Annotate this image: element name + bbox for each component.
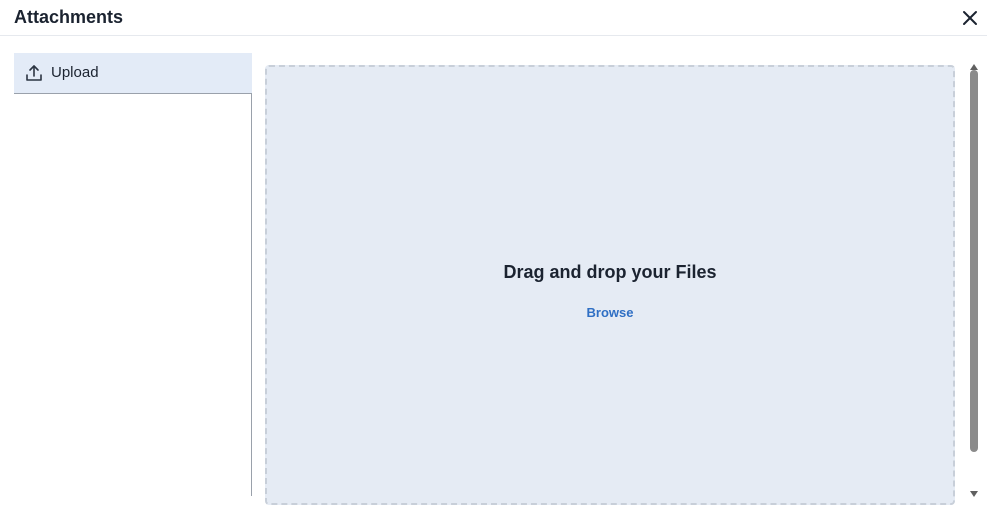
dropzone-prompt: Drag and drop your Files — [503, 262, 717, 282]
scrollbar-thumb[interactable] — [970, 70, 978, 452]
attachments-dialog: Attachments Upload Drag and drop your Fi… — [0, 0, 987, 516]
dialog-title: Attachments — [14, 7, 124, 27]
scroll-up-arrow-icon[interactable] — [969, 58, 979, 70]
vertical-scrollbar[interactable] — [966, 55, 982, 497]
close-icon — [959, 7, 981, 29]
sidebar-item-upload[interactable]: Upload — [14, 53, 252, 94]
browse-link[interactable]: Browse — [560, 305, 660, 321]
close-button[interactable] — [959, 7, 981, 29]
scroll-down-arrow-icon[interactable] — [969, 485, 979, 497]
dialog-header: Attachments — [0, 0, 987, 36]
upload-icon — [25, 64, 43, 82]
sidebar: Upload — [14, 53, 252, 496]
sidebar-item-label: Upload — [51, 64, 99, 81]
file-dropzone[interactable]: Drag and drop your Files Browse — [265, 65, 955, 505]
